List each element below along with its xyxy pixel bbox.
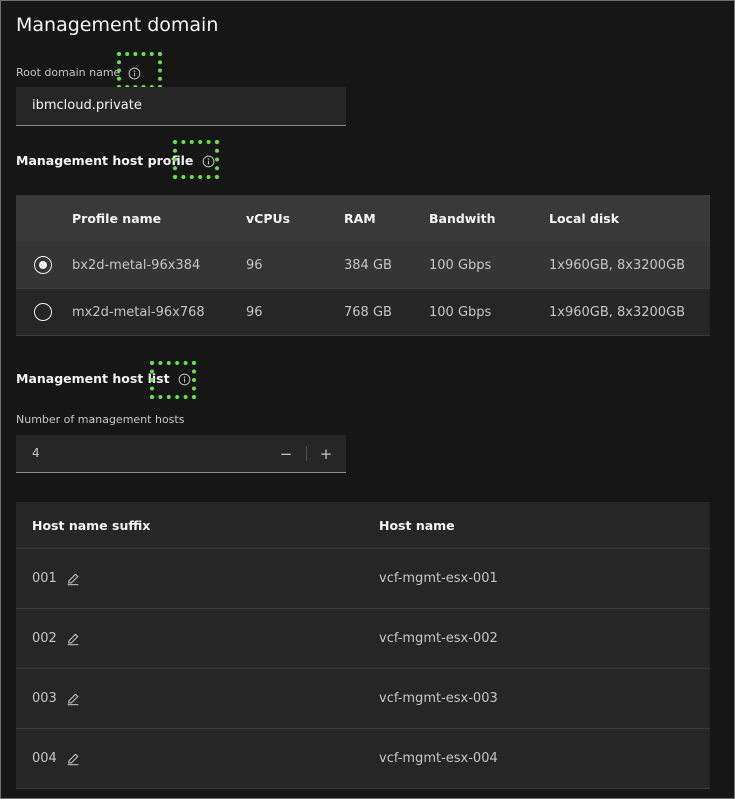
edit-icon[interactable] xyxy=(66,752,80,766)
table-row: 001 vcf-mgmt-esx-001 xyxy=(16,549,710,609)
profile-table: Profile name vCPUs RAM Bandwith Local di… xyxy=(16,195,710,336)
edit-icon[interactable] xyxy=(66,692,80,706)
highlight-box xyxy=(117,52,162,89)
table-row: 003 vcf-mgmt-esx-003 xyxy=(16,669,710,729)
host-count-label: Number of management hosts xyxy=(16,413,185,426)
decrement-button[interactable]: − xyxy=(267,435,305,472)
table-row[interactable]: bx2d-metal-96x384 96 384 GB 100 Gbps 1x9… xyxy=(16,242,710,289)
column-header[interactable]: Profile name xyxy=(72,195,161,242)
table-header: Host name suffix Host name xyxy=(16,502,710,549)
profile-heading: Management host profile xyxy=(16,153,194,168)
host-table: Host name suffix Host name 001 vcf-mgmt-… xyxy=(16,502,710,789)
page-title: Management domain xyxy=(16,14,219,36)
host-name-cell: vcf-mgmt-esx-001 xyxy=(379,571,498,586)
column-header[interactable]: RAM xyxy=(344,195,376,242)
host-count-stepper[interactable]: 4 − + xyxy=(16,435,346,473)
profile-name-cell: mx2d-metal-96x768 xyxy=(72,304,205,320)
edit-icon[interactable] xyxy=(66,632,80,646)
ram-cell: 384 GB xyxy=(344,257,392,273)
suffix-cell: 003 xyxy=(32,669,80,728)
suffix-cell: 001 xyxy=(32,549,80,608)
host-name-cell: vcf-mgmt-esx-002 xyxy=(379,631,498,646)
profile-name-cell: bx2d-metal-96x384 xyxy=(72,257,201,273)
highlight-box xyxy=(150,361,196,399)
profile-radio-selected[interactable] xyxy=(34,256,52,274)
host-list-heading: Management host list xyxy=(16,371,170,386)
column-header[interactable]: vCPUs xyxy=(246,195,290,242)
management-domain-panel: Management domain Root domain name ibmcl… xyxy=(0,0,735,799)
table-row: 002 vcf-mgmt-esx-002 xyxy=(16,609,710,669)
vcpus-cell: 96 xyxy=(246,304,263,320)
column-header[interactable]: Bandwith xyxy=(429,195,496,242)
vcpus-cell: 96 xyxy=(246,257,263,273)
table-row: 004 vcf-mgmt-esx-004 xyxy=(16,729,710,789)
bandwidth-cell: 100 Gbps xyxy=(429,257,492,273)
edit-icon[interactable] xyxy=(66,572,80,586)
local-disk-cell: 1x960GB, 8x3200GB xyxy=(549,304,686,320)
host-suffix: 003 xyxy=(32,691,57,706)
suffix-cell: 002 xyxy=(32,609,80,668)
ram-cell: 768 GB xyxy=(344,304,392,320)
suffix-cell: 004 xyxy=(32,729,80,788)
host-suffix: 001 xyxy=(32,571,57,586)
highlight-box xyxy=(173,140,219,179)
increment-button[interactable]: + xyxy=(307,435,345,472)
root-domain-label: Root domain name xyxy=(16,66,121,79)
host-suffix: 002 xyxy=(32,631,57,646)
host-name-cell: vcf-mgmt-esx-004 xyxy=(379,751,498,766)
table-row[interactable]: mx2d-metal-96x768 96 768 GB 100 Gbps 1x9… xyxy=(16,289,710,336)
local-disk-cell: 1x960GB, 8x3200GB xyxy=(549,257,686,273)
host-suffix: 004 xyxy=(32,751,57,766)
host-name-cell: vcf-mgmt-esx-003 xyxy=(379,691,498,706)
root-domain-value: ibmcloud.private xyxy=(32,98,142,113)
root-domain-input[interactable]: ibmcloud.private xyxy=(16,87,346,126)
profile-radio[interactable] xyxy=(34,303,52,321)
host-count-value[interactable]: 4 xyxy=(32,446,40,460)
column-header[interactable]: Host name suffix xyxy=(32,502,150,548)
table-header: Profile name vCPUs RAM Bandwith Local di… xyxy=(16,195,710,242)
bandwidth-cell: 100 Gbps xyxy=(429,304,492,320)
column-header[interactable]: Host name xyxy=(379,502,455,548)
column-header[interactable]: Local disk xyxy=(549,195,619,242)
